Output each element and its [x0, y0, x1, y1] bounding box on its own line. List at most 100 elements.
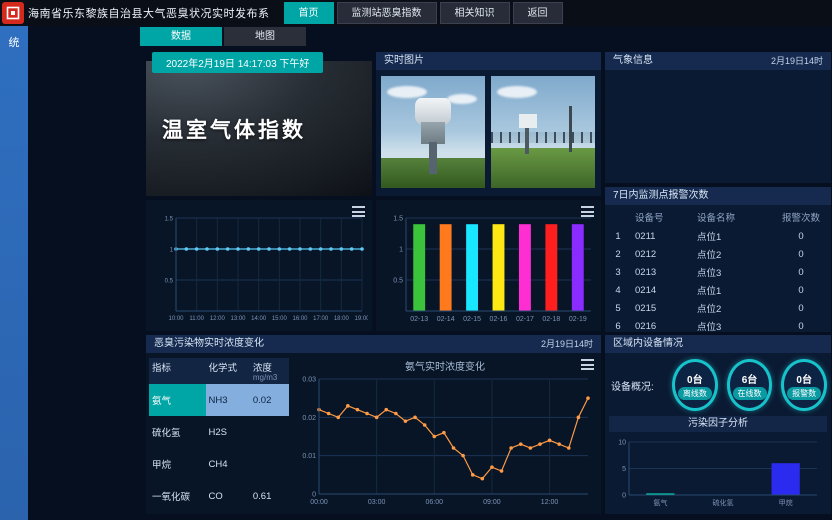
- alarm-table-body: 10211点位1020212点位2030213点位3040214点位105021…: [605, 227, 831, 335]
- gas-index-chart-panel: 0.511.510:0011:0012:0013:0014:0015:0016:…: [146, 200, 372, 331]
- gauge-alarm-value: 0台: [796, 371, 812, 386]
- pollutant-row[interactable]: 氨气NH30.02: [149, 384, 289, 416]
- svg-text:02-16: 02-16: [490, 316, 508, 323]
- svg-text:06:00: 06:00: [426, 499, 444, 506]
- gauge-alarm-label: 报警数: [787, 387, 821, 400]
- svg-text:5: 5: [622, 466, 626, 473]
- svg-text:甲烷: 甲烷: [779, 498, 793, 507]
- app-title: 海南省乐东黎族自治县大气恶臭状况实时发布系: [28, 5, 270, 21]
- site-photo-2: [491, 76, 595, 188]
- alarms-panel: 7日内监测点报警次数 设备号 设备名称 报警次数 10211点位1020212点…: [605, 187, 831, 332]
- pollutant-row[interactable]: 甲烷CH4: [149, 448, 289, 480]
- factor-chart-title: 污染因子分析: [609, 416, 827, 432]
- mast-pole: [569, 106, 572, 152]
- pollut-table-body: 氨气NH30.02硫化氢H2S甲烷CH4一氧化碳CO0.61: [149, 384, 289, 512]
- alarm-table-header-row: 设备号 设备名称 报警次数: [605, 207, 831, 227]
- svg-text:02-19: 02-19: [569, 316, 587, 323]
- svg-text:02-17: 02-17: [516, 316, 534, 323]
- chart-menu-icon[interactable]: [581, 359, 594, 370]
- tab-data[interactable]: 数据: [140, 27, 222, 46]
- gauge-online-label: 在线数: [733, 387, 767, 400]
- pollutant-table: 指标 化学式 浓度 mg/m3 氨气NH30.02硫化氢H2S甲烷CH4一氧化碳…: [149, 358, 289, 512]
- gauge-online: 6台 在线数: [727, 359, 773, 411]
- col-formula: 化学式: [206, 358, 250, 384]
- tab-map[interactable]: 地图: [224, 27, 306, 46]
- svg-text:0.5: 0.5: [393, 278, 403, 285]
- chart-menu-icon[interactable]: [352, 206, 365, 217]
- col-alarm-count: 报警次数: [771, 207, 831, 227]
- alarm-row: 10211点位10: [605, 227, 831, 245]
- pollutants-header: 恶臭污染物实时浓度变化 2月19日14时: [146, 335, 601, 353]
- datetime-button[interactable]: 2022年2月19日 14:17:03 下午好: [152, 52, 323, 73]
- seal-icon: [6, 6, 20, 20]
- alarm-row: 60216点位30: [605, 317, 831, 335]
- svg-text:0: 0: [622, 493, 626, 500]
- pollutants-time: 2月19日14时: [541, 335, 593, 353]
- alarm-row: 20212点位20: [605, 245, 831, 263]
- gauge-alarm: 0台 报警数: [781, 359, 827, 411]
- odor-bars-chart: 0.511.502-1302-1402-1502-1602-1702-1802-…: [380, 212, 597, 324]
- weather-time: 2月19日14时: [771, 52, 823, 70]
- svg-text:10:00: 10:00: [168, 316, 184, 322]
- sensor-pole: [525, 128, 529, 154]
- concentration-unit: mg/m3: [253, 374, 286, 382]
- svg-text:氨气: 氨气: [653, 498, 667, 507]
- weather-panel: 气象信息 2月19日14时: [605, 52, 831, 183]
- svg-text:11:00: 11:00: [189, 316, 204, 322]
- pollutant-row[interactable]: 硫化氢H2S: [149, 416, 289, 448]
- svg-text:14:00: 14:00: [251, 316, 267, 322]
- svg-text:00:00: 00:00: [310, 499, 328, 506]
- photos-panel: 实时图片: [376, 52, 601, 196]
- nav-item-back[interactable]: 返回: [513, 2, 563, 24]
- devices-title: 区域内设备情况: [613, 335, 683, 353]
- svg-text:15:00: 15:00: [272, 316, 288, 322]
- device-overview-label: 设备概况:: [611, 378, 663, 393]
- col-device-id: 设备号: [631, 207, 693, 227]
- svg-text:18:00: 18:00: [334, 316, 350, 322]
- sensor-cylinder: [415, 98, 451, 124]
- devices-panel: 区域内设备情况 设备概况: 0台 离线数 6台 在线数 0台 报警数 污染因子分…: [605, 335, 831, 514]
- pollutant-row[interactable]: 一氧化碳CO0.61: [149, 480, 289, 512]
- alarm-row: 50215点位20: [605, 299, 831, 317]
- svg-text:0: 0: [312, 492, 316, 499]
- col-index: [605, 207, 631, 227]
- svg-text:0.01: 0.01: [302, 453, 316, 460]
- photos-header: 实时图片: [376, 52, 601, 70]
- chart-menu-icon[interactable]: [581, 206, 594, 217]
- svg-text:1.5: 1.5: [393, 216, 403, 223]
- sensor-box: [421, 122, 445, 144]
- svg-text:0.5: 0.5: [165, 279, 174, 285]
- greeting-panel: 2022年2月19日 14:17:03 下午好 温室气体指数: [146, 52, 372, 196]
- col-concentration: 浓度 mg/m3: [250, 358, 289, 384]
- weather-header: 气象信息 2月19日14时: [605, 52, 831, 70]
- svg-text:0.03: 0.03: [302, 377, 316, 384]
- svg-text:1: 1: [170, 248, 174, 254]
- svg-text:09:00: 09:00: [483, 499, 501, 506]
- view-tabs: 数据 地图: [140, 27, 306, 46]
- pollutant-table-header-row: 指标 化学式 浓度 mg/m3: [149, 358, 289, 384]
- gauge-online-value: 6台: [742, 371, 758, 386]
- sensor-box: [519, 114, 537, 128]
- greenhouse-banner: 温室气体指数: [146, 61, 372, 196]
- alarms-title: 7日内监测点报警次数: [613, 187, 709, 205]
- sidebar: 统: [0, 26, 28, 520]
- svg-text:0.02: 0.02: [302, 415, 316, 422]
- topbar: 海南省乐东黎族自治县大气恶臭状况实时发布系 首页 监测站恶臭指数 相关知识 返回: [0, 0, 832, 26]
- gauge-offline: 0台 离线数: [672, 359, 718, 411]
- alarm-row: 40214点位10: [605, 281, 831, 299]
- sensor-pole: [429, 142, 437, 174]
- photo-row: [376, 70, 601, 194]
- nh3-chart-area: 氨气实时浓度变化 00.010.020.0300:0003:0006:0009:…: [289, 353, 601, 512]
- svg-text:17:00: 17:00: [313, 316, 329, 322]
- nav-item-home[interactable]: 首页: [284, 2, 334, 24]
- svg-text:硫化氢: 硫化氢: [713, 498, 734, 507]
- svg-text:12:00: 12:00: [210, 316, 226, 322]
- gauge-offline-label: 离线数: [678, 387, 712, 400]
- odor-bars-chart-panel: 0.511.502-1302-1402-1502-1602-1702-1802-…: [376, 200, 601, 331]
- svg-text:02-18: 02-18: [542, 316, 560, 323]
- svg-text:1.5: 1.5: [165, 217, 174, 223]
- main-nav: 首页 监测站恶臭指数 相关知识 返回: [284, 0, 563, 26]
- nav-item-odor-index[interactable]: 监测站恶臭指数: [337, 2, 437, 24]
- nav-item-knowledge[interactable]: 相关知识: [440, 2, 510, 24]
- cloud-shape: [447, 94, 477, 104]
